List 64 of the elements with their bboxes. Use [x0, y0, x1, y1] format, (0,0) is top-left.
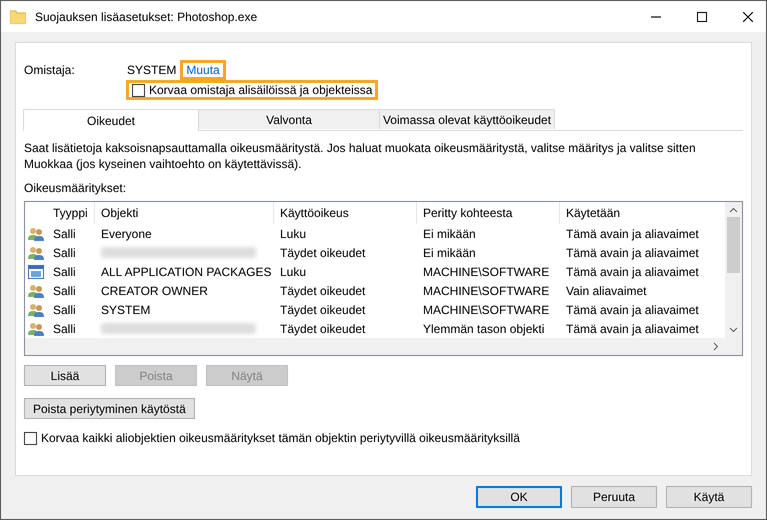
table-cell-text: Täydet oikeudet: [279, 322, 366, 336]
column-header[interactable]: Peritty kohteesta: [417, 202, 560, 224]
info-text: Saat lisätietoja kaksoisnapsauttamalla oikeusmääritystä. Jos haluat muokata oikeusmääritystä, valitse määritys ja valitse sitten Muokkaa (jos kyseinen vaihtoehto on käytettävissä).: [24, 140, 697, 172]
table-cell-text: Salli: [52, 246, 77, 260]
column-header[interactable]: Tyyppi: [47, 202, 95, 224]
replace-permissions-checkbox[interactable]: Korvaa kaikki aliobjektien oikeusmääritykset tämän objektin periytyvillä oikeusmäärityksillä: [24, 431, 743, 445]
dialog-button[interactable]: Peruuta: [571, 486, 657, 508]
users-icon: [28, 246, 44, 260]
table-cell-text: Tämä avain ja aliavaimet: [565, 226, 700, 240]
table-cell-text: Tämä avain ja aliavaimet: [565, 302, 700, 316]
table-cell-text: Vain aliavaimet: [565, 284, 648, 298]
dialog-button[interactable]: OK: [476, 486, 562, 508]
table-cell-text: MACHINE\SOFTWARE: [422, 302, 550, 316]
table-cell-text: Tämä avain ja aliavaimet: [565, 246, 700, 260]
table-cell-text: Tämä avain ja aliavaimet: [565, 264, 700, 278]
horizontal-scrollbar[interactable]: [25, 338, 725, 355]
list-label: Oikeusmääritykset:: [24, 181, 128, 195]
users-icon: [28, 322, 44, 336]
column-header[interactable]: Objekti: [95, 202, 274, 224]
folder-icon: [10, 10, 26, 24]
scroll-thumb[interactable]: [727, 217, 740, 273]
table-cell-text: Salli: [52, 284, 77, 298]
table-cell-text: Täydet oikeudet: [279, 302, 366, 316]
scroll-right-icon[interactable]: [713, 342, 719, 351]
table-cell-text: Salli: [52, 302, 77, 316]
tab[interactable]: Voimassa olevat käyttöoikeudet: [379, 109, 555, 129]
table-cell-text: Salli: [52, 322, 77, 336]
dialog-button[interactable]: Käytä: [666, 486, 752, 508]
table-cell-text: Ei mikään: [422, 226, 477, 240]
vertical-scrollbar[interactable]: [725, 202, 742, 338]
table-cell-text: Salli: [52, 264, 77, 278]
table-cell-text: Täydet oikeudet: [279, 246, 366, 260]
table-cell-text: Ylemmän tason objekti: [422, 322, 546, 336]
owner-label: Omistaja:: [24, 63, 76, 77]
table-cell-text: ALL APPLICATION PACKAGES: [100, 264, 273, 278]
users-icon: [28, 302, 44, 316]
users-icon: [28, 284, 44, 298]
list-button[interactable]: Lisää: [24, 365, 106, 386]
close-icon[interactable]: [742, 12, 752, 22]
table-cell-text: Salli: [52, 226, 77, 240]
change-link[interactable]: Muuta: [180, 60, 226, 80]
table-cell-text: SYSTEM: [100, 302, 152, 316]
table-cell-text: Luku: [279, 226, 308, 240]
disable-inheritance-button[interactable]: Poista periytyminen käytöstä: [24, 398, 195, 419]
owner-value: SYSTEM: [127, 63, 176, 77]
replace-owner-checkbox[interactable]: Korvaa omistaja alisäilöissä ja objekteissa: [126, 80, 378, 100]
maximize-icon[interactable]: [696, 12, 706, 22]
table-cell-text: Tämä avain ja aliavaimet: [565, 322, 700, 336]
users-icon: [28, 226, 44, 240]
tab[interactable]: Oikeudet: [23, 109, 199, 131]
table-cell-text: CREATOR OWNER: [100, 284, 209, 298]
table-cell-text: MACHINE\SOFTWARE: [422, 284, 550, 298]
app-window-icon: [28, 264, 44, 278]
table-cell-text: Täydet oikeudet: [279, 284, 366, 298]
permission-list[interactable]: [24, 201, 743, 356]
scroll-up-icon[interactable]: [729, 207, 738, 213]
tab[interactable]: Valvonta: [198, 109, 380, 129]
table-cell-text: MACHINE\SOFTWARE: [422, 264, 550, 278]
table-cell-text: Ei mikään: [422, 246, 477, 260]
window-title: Suojauksen lisäasetukset: Photoshop.exe: [35, 10, 258, 24]
table-cell-text: Luku: [279, 264, 308, 278]
table-cell-text: Everyone: [100, 226, 153, 240]
scroll-down-icon[interactable]: [729, 327, 738, 333]
column-header[interactable]: Käyttöoikeus: [274, 202, 417, 224]
